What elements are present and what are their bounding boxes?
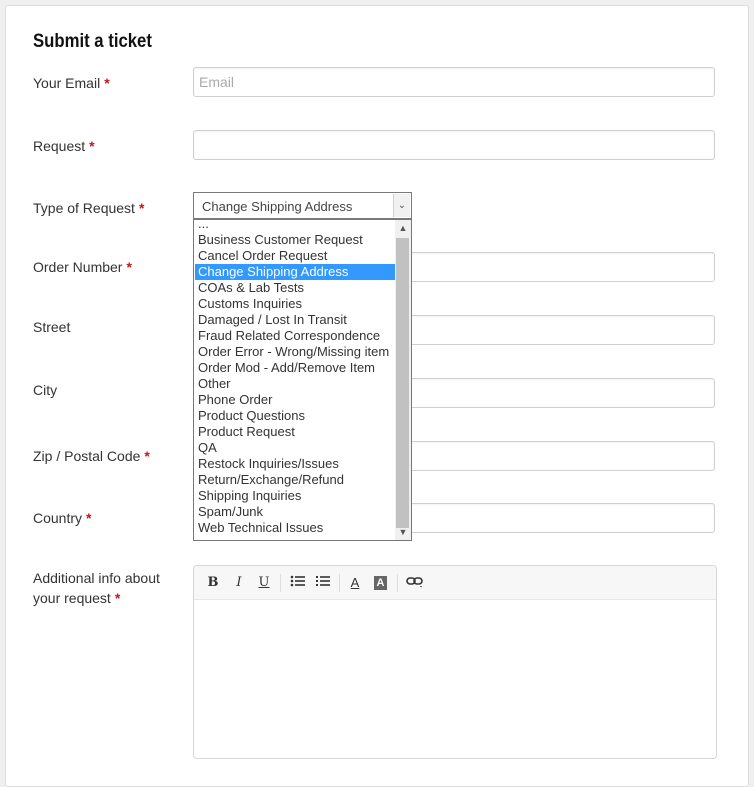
city-label: City <box>33 382 58 398</box>
dropdown-scrollbar[interactable]: ▲ ▼ <box>395 220 411 540</box>
link-icon <box>406 577 423 588</box>
dropdown-option[interactable]: Order Mod - Add/Remove Item <box>195 360 395 376</box>
dropdown-option[interactable]: Order Error - Wrong/Missing item <box>195 344 395 360</box>
background-color-button[interactable]: A <box>374 576 387 590</box>
required-mark: * <box>89 138 95 154</box>
dropdown-option[interactable]: COAs & Lab Tests <box>195 280 395 296</box>
required-mark: * <box>126 259 132 275</box>
toolbar-divider <box>339 574 340 592</box>
dropdown-option[interactable]: QA <box>195 440 395 456</box>
dropdown-option[interactable]: Cancel Order Request <box>195 248 395 264</box>
type-of-request-select[interactable]: Change Shipping Address ⌄ <box>193 192 412 219</box>
request-label: Request * <box>33 138 95 154</box>
dropdown-option[interactable]: Web Technical Issues <box>195 520 395 536</box>
toolbar-divider <box>280 574 281 592</box>
scroll-up-icon[interactable]: ▲ <box>395 220 411 236</box>
dropdown-option[interactable]: Restock Inquiries/Issues <box>195 456 395 472</box>
dropdown-option[interactable]: Product Questions <box>195 408 395 424</box>
country-label: Country * <box>33 510 92 526</box>
text-color-button[interactable]: A <box>346 574 364 592</box>
scrollbar-thumb[interactable] <box>396 238 409 528</box>
chevron-down-icon[interactable]: ⌄ <box>393 194 410 217</box>
dropdown-option[interactable]: Change Shipping Address <box>195 264 395 280</box>
type-of-request-label: Type of Request * <box>33 200 145 216</box>
dropdown-option[interactable]: Fraud Related Correspondence <box>195 328 395 344</box>
request-input[interactable] <box>193 130 715 160</box>
type-of-request-dropdown: ... Business Customer Request Cancel Order… <box>193 219 412 541</box>
numbered-list-icon <box>316 576 330 586</box>
email-label: Your Email * <box>33 75 110 91</box>
zip-label: Zip / Postal Code * <box>33 448 150 464</box>
dropdown-option[interactable]: ... <box>195 220 395 232</box>
email-input[interactable] <box>193 67 715 97</box>
order-number-label: Order Number * <box>33 259 132 275</box>
dropdown-option[interactable]: Business Customer Request <box>195 232 395 248</box>
dropdown-option[interactable]: Phone Order <box>195 392 395 408</box>
toolbar-divider <box>397 574 398 592</box>
dropdown-option[interactable]: Return/Exchange/Refund <box>195 472 395 488</box>
required-mark: * <box>86 510 92 526</box>
required-mark: * <box>104 75 110 91</box>
editor-toolbar: B I U A A <box>194 566 716 600</box>
italic-button[interactable]: I <box>230 574 248 592</box>
dropdown-option[interactable]: Spam/Junk <box>195 504 395 520</box>
dropdown-option[interactable]: Product Request <box>195 424 395 440</box>
dropdown-option[interactable]: Other <box>195 376 395 392</box>
street-label: Street <box>33 319 71 335</box>
underline-button[interactable]: U <box>255 574 273 592</box>
bold-button[interactable]: B <box>204 574 222 592</box>
rich-text-editor: B I U A A <box>193 565 717 759</box>
dropdown-option[interactable]: Damaged / Lost In Transit <box>195 312 395 328</box>
selected-value: Change Shipping Address <box>202 199 353 214</box>
required-mark: * <box>144 448 150 464</box>
required-mark: * <box>138 200 145 216</box>
numbered-list-button[interactable] <box>314 574 332 592</box>
bulleted-list-button[interactable] <box>289 574 307 592</box>
required-mark: * <box>114 590 121 606</box>
scroll-down-icon[interactable]: ▼ <box>395 524 411 540</box>
page-title: Submit a ticket <box>33 31 152 52</box>
dropdown-option[interactable]: Shipping Inquiries <box>195 488 395 504</box>
link-button[interactable] <box>406 574 424 592</box>
dropdown-option[interactable]: Customs Inquiries <box>195 296 395 312</box>
additional-info-label: Additional info about your request * <box>33 570 160 606</box>
bulleted-list-icon <box>290 575 305 587</box>
